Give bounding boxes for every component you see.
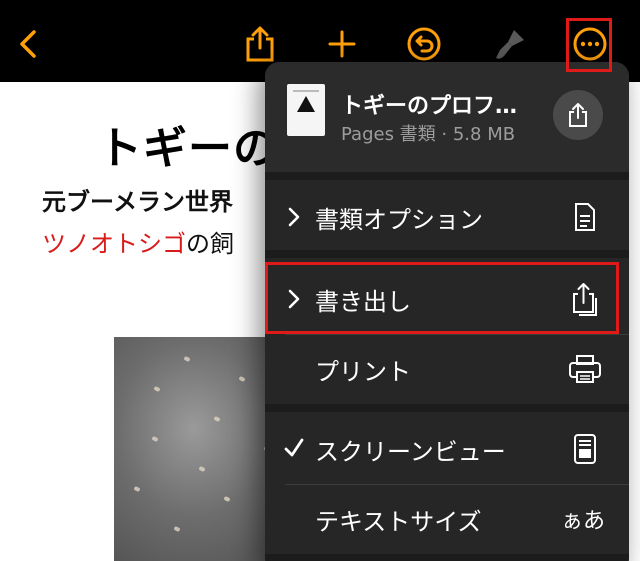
more-icon[interactable] — [568, 22, 612, 66]
menu-file-header: トギーのプロフ… Pages 書類 · 5.8 MB — [265, 62, 629, 172]
menu-item-label: テキストサイズ — [315, 507, 482, 536]
file-name: トギーのプロフ… — [341, 94, 518, 119]
document-icon — [567, 199, 603, 235]
text-size-icon: ぁあ — [561, 509, 606, 534]
menu-item-document-options[interactable]: 書類オプション — [265, 182, 629, 252]
screen-view-icon — [567, 431, 603, 467]
chevron-right-icon — [288, 207, 300, 227]
document-title: トギーの — [98, 123, 278, 174]
menu-item-label: スクリーンビュー — [315, 437, 506, 466]
menu-item-print[interactable]: プリント — [265, 334, 629, 404]
menu-item-label: プリント — [315, 357, 411, 386]
file-meta: Pages 書類 · 5.8 MB — [341, 124, 516, 145]
menu-item-export[interactable]: 書き出し — [265, 264, 629, 334]
highlighted-word: ツノオトシゴ — [42, 230, 186, 258]
checkmark-icon — [284, 438, 304, 457]
chevron-right-icon — [288, 289, 300, 309]
menu-item-screen-view[interactable]: スクリーンビュー — [265, 414, 629, 484]
menu-divider — [265, 250, 629, 258]
body-text: の飼 — [186, 230, 234, 258]
export-icon — [567, 281, 603, 317]
share-icon — [569, 103, 587, 127]
document-subtitle: 元ブーメラン世界 — [42, 188, 234, 216]
menu-divider — [265, 404, 629, 412]
menu-item-text-size[interactable]: テキストサイズ ぁあ — [265, 484, 629, 554]
menu-item-label: 書類オプション — [315, 205, 483, 234]
document-body-line: ツノオトシゴの飼 — [42, 224, 234, 259]
file-share-button[interactable] — [553, 90, 603, 140]
share-icon[interactable] — [238, 22, 282, 66]
brush-icon[interactable] — [488, 22, 532, 66]
add-icon[interactable] — [320, 22, 364, 66]
more-options-menu: トギーのプロフ… Pages 書類 · 5.8 MB 書類オプション 書き出し … — [265, 62, 629, 561]
printer-icon — [567, 351, 603, 387]
menu-item-label: 書き出し — [315, 287, 411, 316]
document-thumbnail — [287, 84, 325, 136]
undo-icon[interactable] — [402, 22, 446, 66]
menu-divider — [265, 554, 629, 561]
back-chevron-icon[interactable] — [6, 22, 50, 66]
menu-divider — [265, 172, 629, 180]
